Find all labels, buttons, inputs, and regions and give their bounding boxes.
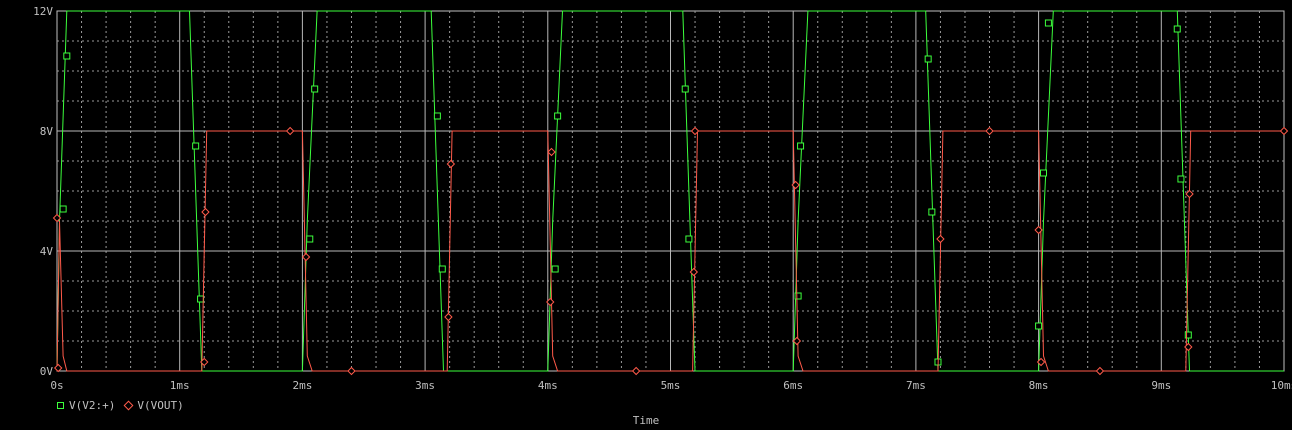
series-marker-square (192, 142, 200, 150)
series-marker-square (928, 208, 936, 216)
x-tick-label: 7ms (906, 379, 926, 392)
series-marker-square (1044, 19, 1052, 27)
series-marker-square (197, 295, 205, 303)
x-tick-label: 8ms (1029, 379, 1049, 392)
x-axis-title: Time (632, 414, 660, 427)
series-marker-square (924, 55, 932, 63)
x-tick-label: 10ms (1271, 379, 1292, 392)
series-marker-square (438, 265, 446, 273)
series-marker-square (551, 265, 559, 273)
x-tick-label: 4ms (538, 379, 558, 392)
series-marker-square (1040, 169, 1048, 177)
x-tick-label: 9ms (1151, 379, 1171, 392)
square-marker-icon (57, 401, 64, 409)
x-tick-label: 3ms (415, 379, 435, 392)
series-marker-square (306, 235, 314, 243)
y-tick-label: 4V (40, 245, 54, 258)
legend: V(V2:+) V(VOUT) (57, 398, 194, 412)
series-marker-square (59, 205, 67, 213)
legend-label-v2: V(V2:+) (69, 398, 116, 412)
series-marker-square (681, 85, 689, 93)
series-marker-square (1177, 175, 1185, 183)
y-tick-label: 12V (33, 5, 53, 18)
y-tick-label: 0V (40, 365, 54, 378)
series-marker-square (685, 235, 693, 243)
x-tick-label: 1ms (170, 379, 190, 392)
chart-plot: 0s 1ms 2ms 3ms 4ms 5ms 6ms 7ms 8ms 9ms 10ms 0V 4V 8V 1… (33, 5, 1292, 392)
series-marker-square (1173, 25, 1181, 33)
legend-item-vout: V(VOUT) (123, 398, 184, 412)
x-tick-label: 5ms (661, 379, 681, 392)
series-marker-square (794, 292, 802, 300)
series-marker-square (63, 52, 71, 60)
series-marker-square (797, 142, 805, 150)
series-marker-square (1035, 322, 1043, 330)
y-tick-label: 8V (40, 125, 54, 138)
legend-item-v2: V(V2:+) (57, 399, 115, 412)
x-tick-label: 0s (50, 379, 63, 392)
series-marker-square (311, 85, 319, 93)
x-tick-label: 6ms (783, 379, 803, 392)
series-marker-square (433, 112, 441, 120)
diamond-marker-icon (123, 400, 134, 410)
x-tick-label: 2ms (292, 379, 312, 392)
legend-label-vout: V(VOUT) (137, 398, 184, 412)
series-marker-square (554, 112, 562, 120)
